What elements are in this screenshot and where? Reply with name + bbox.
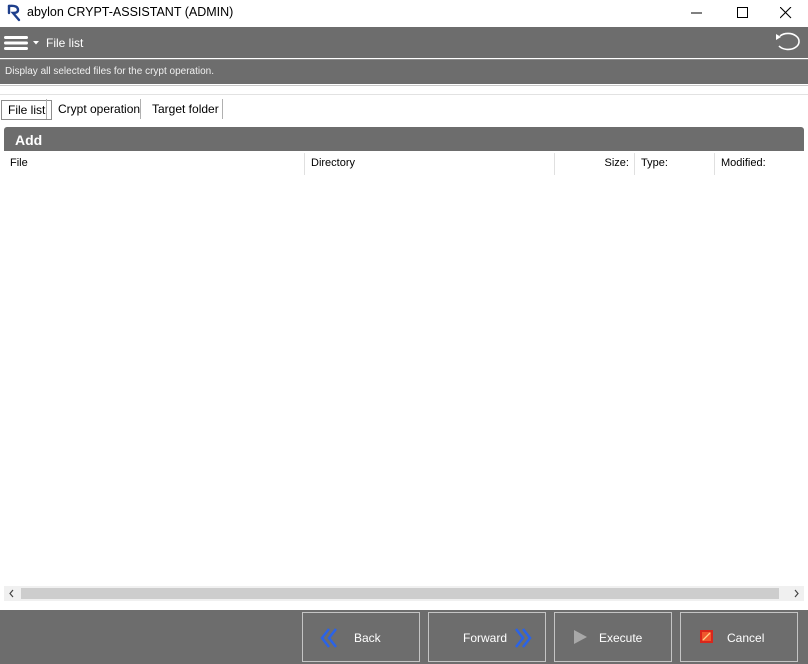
execute-button[interactable]: Execute [554,612,672,662]
back-button[interactable]: Back [302,612,420,662]
double-chevron-left-icon [320,628,337,648]
column-header-file[interactable]: File [10,151,28,175]
column-divider[interactable] [304,153,305,175]
refresh-icon[interactable] [773,31,803,53]
minimize-icon [691,12,702,14]
tab-divider [140,99,141,119]
description-text: Display all selected files for the crypt… [5,66,214,77]
maximize-button[interactable] [720,0,766,26]
scroll-right-icon[interactable] [790,588,802,599]
cancel-icon [700,630,713,643]
maximize-icon [737,7,748,18]
tab-divider [46,99,47,119]
add-button[interactable]: Add [4,127,804,151]
tab-crypt-operation[interactable]: Crypt operation [52,99,146,119]
scroll-left-icon[interactable] [6,588,18,599]
column-header-type[interactable]: Type: [641,151,668,175]
tab-file-list[interactable]: File list [1,100,53,120]
minimize-button[interactable] [674,0,720,26]
tab-bar: File list Crypt operation Target folder [0,97,808,121]
tab-divider [222,99,223,119]
menu-icon[interactable] [4,36,40,50]
column-header-modified[interactable]: Modified: [721,151,766,175]
toolbar: File list [0,27,808,58]
window-title: abylon CRYPT-ASSISTANT (ADMIN) [27,5,234,19]
horizontal-scrollbar[interactable] [4,586,804,601]
forward-button[interactable]: Forward [428,612,546,662]
column-header-size[interactable]: Size: [560,151,629,175]
column-divider[interactable] [634,153,635,175]
double-chevron-right-icon [515,628,532,648]
close-button[interactable] [763,0,808,26]
abylon-logo-icon [7,4,21,22]
divider [0,94,808,95]
back-label: Back [354,631,381,645]
footer-bar: Back Forward Execute Cancel [0,610,808,664]
column-divider[interactable] [554,153,555,175]
scrollbar-thumb[interactable] [21,588,779,599]
toolbar-title: File list [46,36,84,50]
close-icon [780,7,792,19]
file-list-panel: Add File Directory Size: Type: Modified: [4,127,804,601]
tab-label: Crypt operation [58,102,141,116]
tab-label: Target folder [152,102,219,116]
tab-label: File list [8,103,46,117]
tab-target-folder[interactable]: Target folder [146,99,225,119]
table-header: File Directory Size: Type: Modified: [4,151,804,175]
forward-label: Forward [463,631,508,645]
title-bar: abylon CRYPT-ASSISTANT (ADMIN) [0,0,808,26]
execute-label: Execute [599,631,643,645]
cancel-button[interactable]: Cancel [680,612,798,662]
add-label: Add [15,132,43,148]
column-divider[interactable] [714,153,715,175]
description-bar: Display all selected files for the crypt… [0,59,808,84]
cancel-label: Cancel [727,631,765,645]
divider [0,85,808,86]
column-header-directory[interactable]: Directory [311,151,355,175]
play-icon [574,630,587,644]
